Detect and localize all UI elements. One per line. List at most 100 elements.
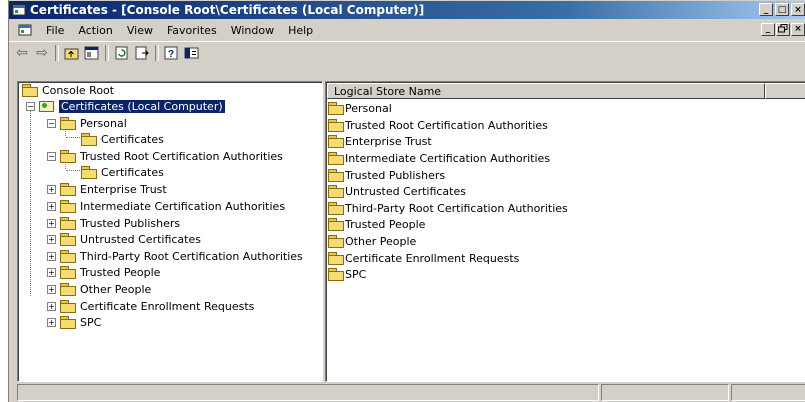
mmc-window: Certificates - [Console Root\Certificate…: [0, 0, 805, 402]
status-cell-3: [731, 384, 805, 401]
tree-node-label: Third-Party Root Certification Authoriti…: [80, 249, 303, 263]
toolbar-separator: [105, 45, 109, 61]
console-tree-pane[interactable]: Console Root − Certificates (Local Compu…: [17, 81, 323, 382]
help-icon: ?: [164, 46, 178, 60]
svg-text:?: ?: [168, 49, 174, 60]
tree-expander[interactable]: +: [47, 185, 56, 194]
up-one-level-button[interactable]: [62, 44, 82, 62]
forward-button[interactable]: ⇨: [32, 44, 52, 62]
tree-expander[interactable]: +: [47, 202, 56, 211]
tree-node-trusted-people[interactable]: Trusted People: [60, 264, 160, 280]
tree-node-personal[interactable]: Personal: [60, 115, 127, 131]
tree-node-personal-certificates[interactable]: Certificates: [81, 131, 164, 147]
properties-button[interactable]: [182, 44, 202, 62]
tree-expander[interactable]: +: [47, 268, 56, 277]
help-button[interactable]: ?: [162, 44, 182, 62]
folder-icon: [328, 252, 344, 265]
refresh-icon: [115, 46, 128, 60]
folder-icon: [328, 102, 344, 115]
tree-node-certificates-local-computer[interactable]: Certificates (Local Computer): [39, 98, 226, 114]
tree-guide-line: [66, 137, 80, 138]
tree-expander[interactable]: +: [47, 219, 56, 228]
mmc-app-icon: [12, 3, 26, 17]
tree-node-trusted-root-certificates[interactable]: Certificates: [81, 164, 164, 180]
tree-expander[interactable]: −: [26, 102, 35, 111]
folder-icon: [328, 152, 344, 165]
menu-file[interactable]: File: [39, 24, 71, 37]
tree-node-label: Intermediate Certification Authorities: [80, 199, 286, 213]
list-item-spc[interactable]: SPC: [328, 266, 366, 282]
menu-help[interactable]: Help: [281, 24, 320, 37]
list-item-label: Personal: [345, 101, 392, 115]
tree-node-label: Trusted Publishers: [80, 216, 181, 230]
list-item-trusted-publishers[interactable]: Trusted Publishers: [328, 167, 445, 183]
list-item-label: Intermediate Certification Authorities: [345, 151, 551, 165]
list-item-untrusted-certificates[interactable]: Untrusted Certificates: [328, 183, 466, 199]
title-bar[interactable]: Certificates - [Console Root\Certificate…: [9, 1, 805, 19]
folder-icon: [328, 268, 344, 281]
console-icon[interactable]: [17, 22, 33, 38]
tree-expander[interactable]: +: [47, 318, 56, 327]
tree-node-console-root[interactable]: Console Root: [22, 82, 114, 98]
tree-node-third-party-root[interactable]: Third-Party Root Certification Authoriti…: [60, 248, 303, 264]
tree-node-untrusted-certificates[interactable]: Untrusted Certificates: [60, 231, 201, 247]
tree-guide-line: [30, 104, 31, 296]
back-button[interactable]: ⇦: [12, 44, 32, 62]
refresh-button[interactable]: [112, 44, 132, 62]
tree-node-label: Certificates: [101, 132, 164, 146]
folder-icon: [81, 133, 97, 146]
close-button[interactable]: ×: [791, 3, 805, 16]
column-header-empty[interactable]: [765, 83, 805, 99]
list-item-label: Trusted Publishers: [345, 168, 446, 182]
list-item-label: Other People: [345, 234, 417, 248]
tree-node-spc[interactable]: SPC: [60, 314, 101, 330]
export-list-button[interactable]: [132, 44, 152, 62]
menu-favorites[interactable]: Favorites: [160, 24, 224, 37]
up-icon: [64, 48, 79, 60]
folder-icon: [328, 202, 344, 215]
folder-icon: [60, 316, 76, 329]
forward-icon: ⇨: [36, 45, 48, 61]
list-item-enterprise-trust[interactable]: Enterprise Trust: [328, 133, 432, 149]
list-item-other-people[interactable]: Other People: [328, 233, 416, 249]
tree-node-intermediate-ca[interactable]: Intermediate Certification Authorities: [60, 198, 285, 214]
menu-view[interactable]: View: [120, 24, 160, 37]
folder-icon: [60, 183, 76, 196]
tree-node-enrollment-requests[interactable]: Certificate Enrollment Requests: [60, 298, 254, 314]
tree-expander[interactable]: +: [47, 302, 56, 311]
status-cell-2: [601, 384, 729, 401]
window-title: Certificates - [Console Root\Certificate…: [30, 3, 425, 17]
tree-expander[interactable]: −: [47, 152, 56, 161]
mdi-minimize-button[interactable]: _: [761, 23, 775, 36]
show-hide-tree-button[interactable]: [82, 44, 102, 62]
minimize-button[interactable]: _: [759, 3, 773, 16]
folder-icon: [328, 119, 344, 132]
tree-node-label: Other People: [80, 282, 152, 296]
results-list-pane[interactable]: Logical Store Name Personal Trusted Root…: [325, 81, 805, 382]
list-item-third-party-root[interactable]: Third-Party Root Certification Authoriti…: [328, 200, 568, 216]
list-item-personal[interactable]: Personal: [328, 100, 392, 116]
mdi-restore-button[interactable]: [776, 23, 790, 36]
maximize-button[interactable]: □: [775, 3, 789, 16]
tree-expander[interactable]: +: [47, 285, 56, 294]
folder-icon: [60, 233, 76, 246]
tree-node-other-people[interactable]: Other People: [60, 281, 151, 297]
tree-expander[interactable]: +: [47, 235, 56, 244]
list-header: Logical Store Name: [327, 83, 805, 99]
tree-node-enterprise-trust[interactable]: Enterprise Trust: [60, 181, 167, 197]
list-item-intermediate-ca[interactable]: Intermediate Certification Authorities: [328, 150, 550, 166]
tree-node-trusted-publishers[interactable]: Trusted Publishers: [60, 215, 180, 231]
column-header-logical-store-name[interactable]: Logical Store Name: [327, 83, 765, 99]
list-item-trusted-root[interactable]: Trusted Root Certification Authorities: [328, 117, 548, 133]
menu-window[interactable]: Window: [224, 24, 281, 37]
folder-icon: [328, 218, 344, 231]
menu-action[interactable]: Action: [71, 24, 119, 37]
tree-expander[interactable]: +: [47, 252, 56, 261]
list-item-enrollment-requests[interactable]: Certificate Enrollment Requests: [328, 250, 519, 266]
tree-expander[interactable]: −: [47, 119, 56, 128]
tree-node-label: Certificate Enrollment Requests: [80, 299, 255, 313]
show-hide-tree-icon: [84, 46, 99, 60]
mdi-close-button[interactable]: ×: [791, 23, 805, 36]
list-item-trusted-people[interactable]: Trusted People: [328, 216, 425, 232]
tree-node-trusted-root[interactable]: Trusted Root Certification Authorities: [60, 148, 283, 164]
